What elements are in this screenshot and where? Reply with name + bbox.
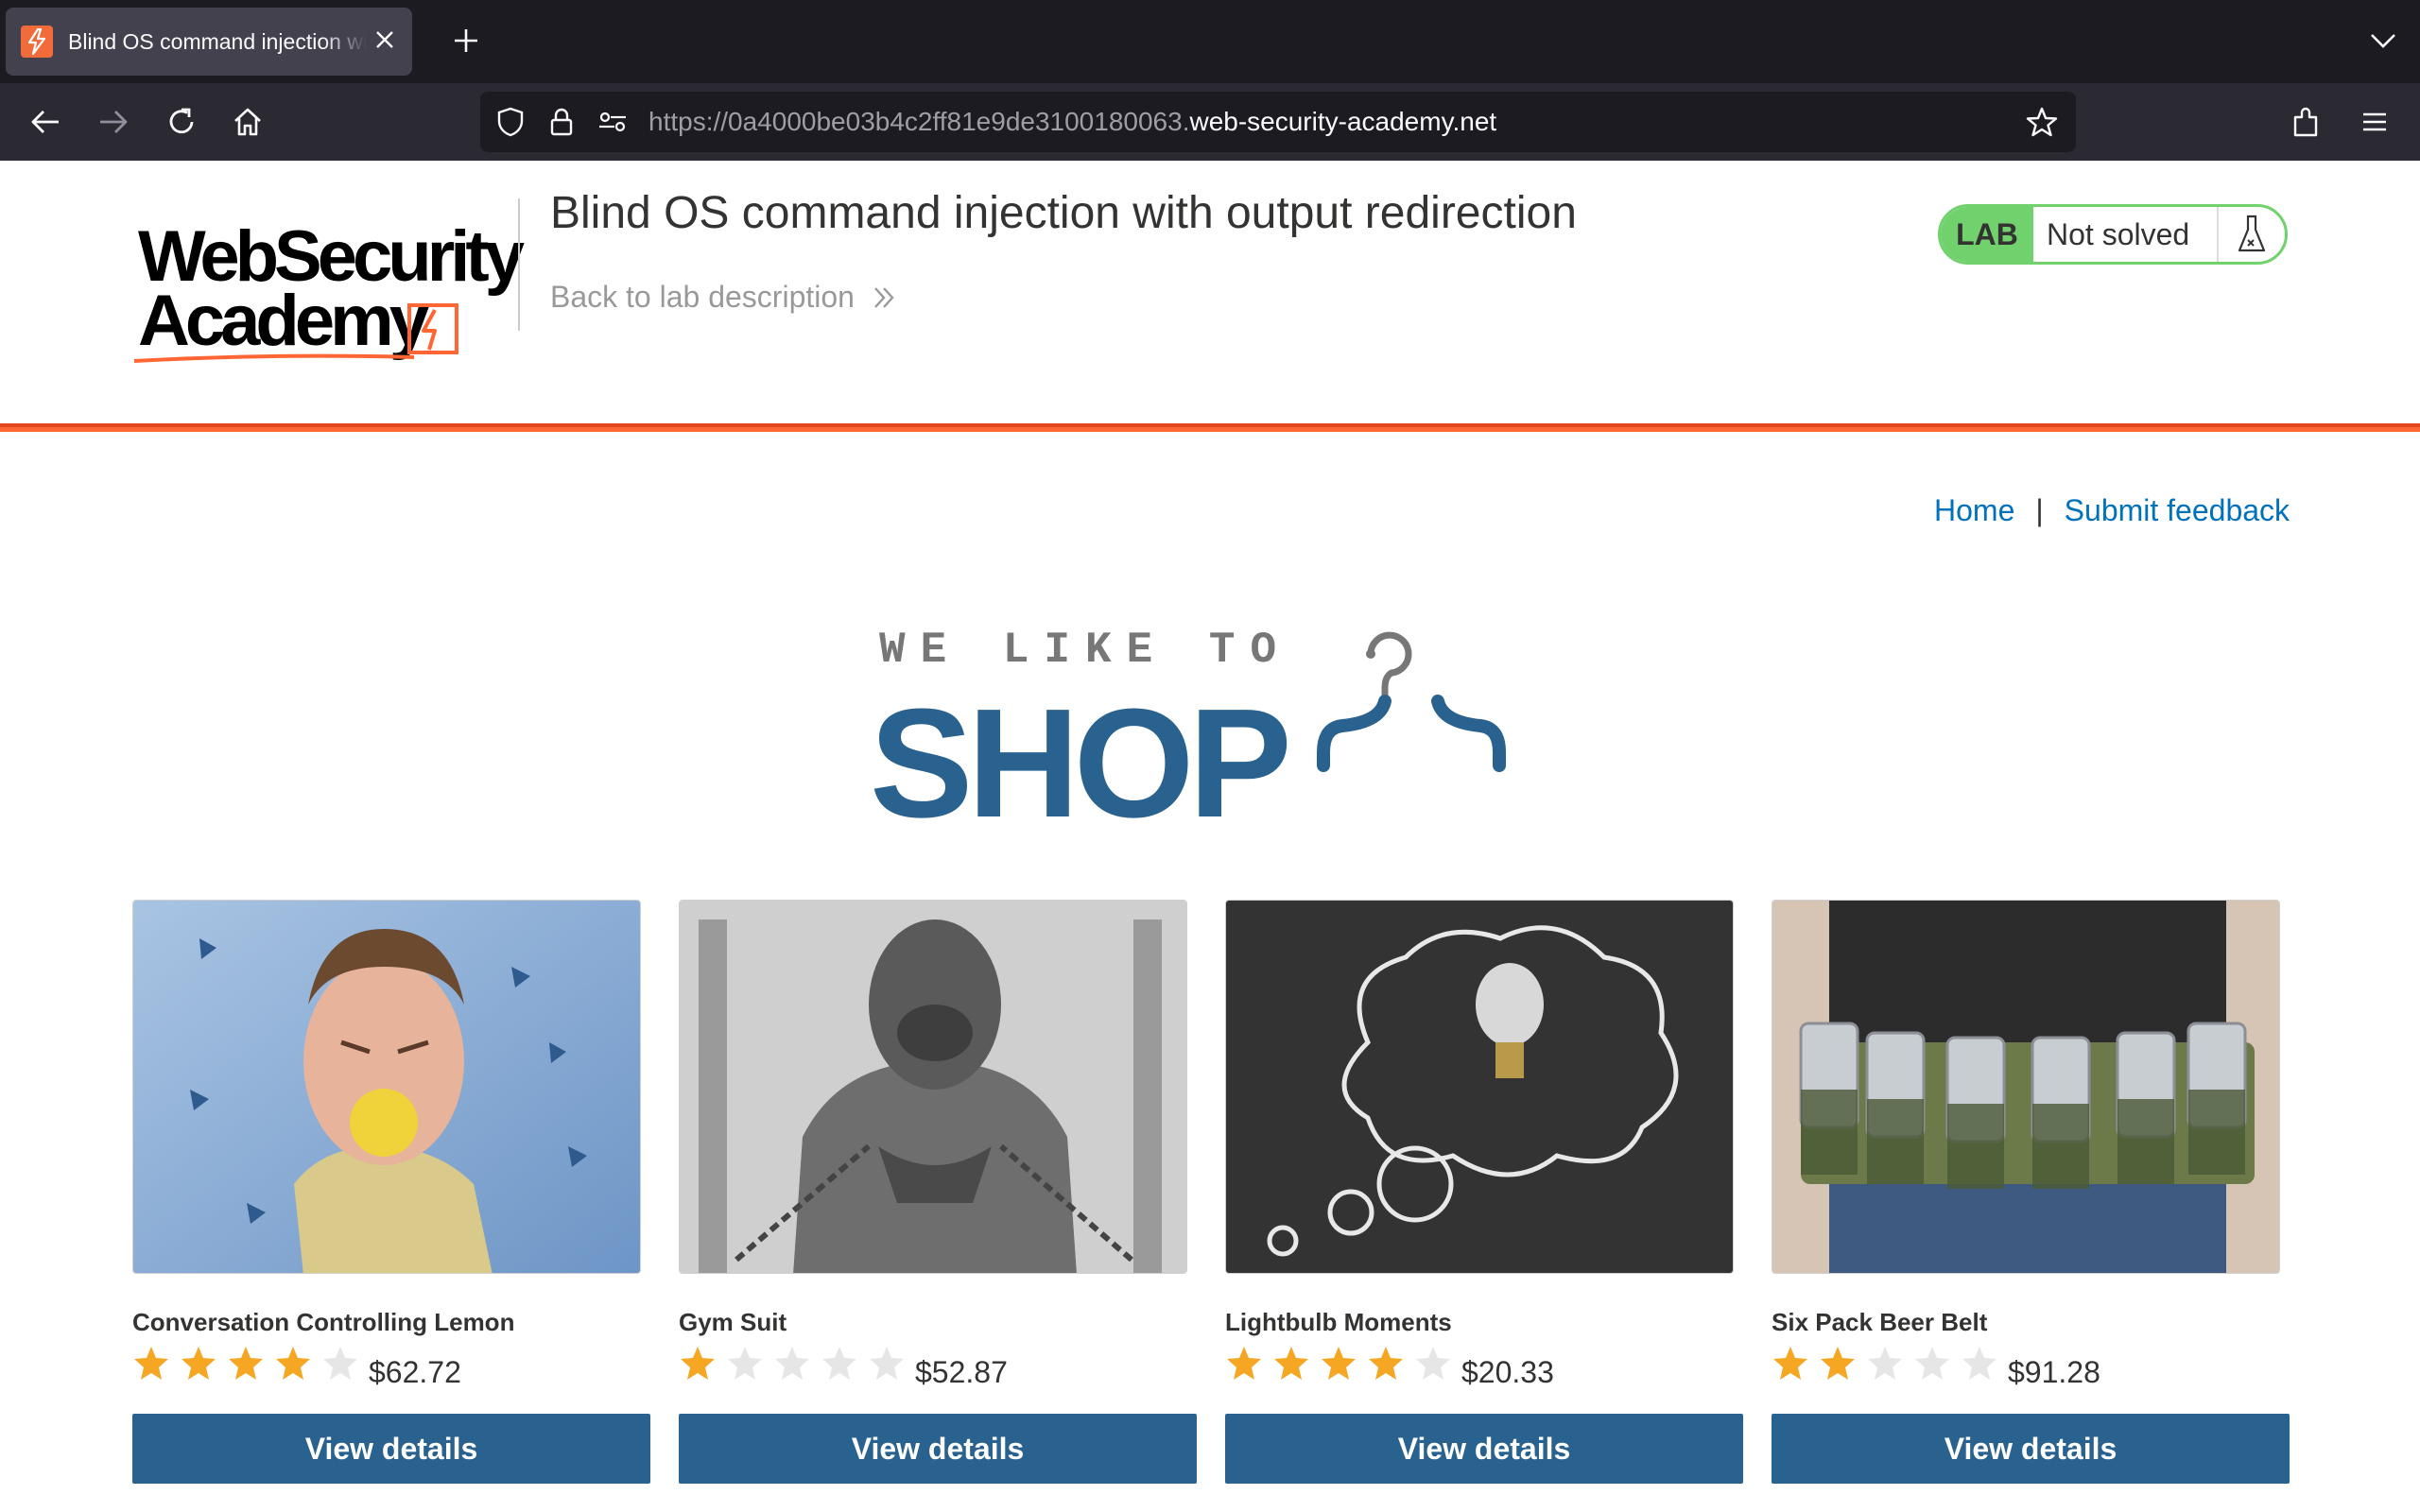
chevron-down-icon[interactable] — [2361, 19, 2405, 62]
product-price: $20.33 — [1461, 1355, 1554, 1389]
rating-stars — [679, 1342, 915, 1385]
banner-tagline: WE LIKE TO — [879, 626, 1292, 675]
view-details-button[interactable]: View details — [1225, 1414, 1743, 1484]
header-rule — [0, 427, 2420, 432]
logo-bolt-icon — [407, 303, 458, 354]
view-details-button[interactable]: View details — [132, 1414, 650, 1484]
star-empty-icon — [1866, 1342, 1913, 1385]
back-to-lab-label: Back to lab description — [550, 280, 855, 314]
product-image-beer-belt — [1772, 900, 2280, 1274]
new-tab-icon[interactable] — [444, 19, 488, 62]
home-icon[interactable] — [225, 99, 270, 145]
permissions-icon[interactable] — [594, 103, 631, 141]
star-filled-icon — [180, 1342, 227, 1385]
tab-title: Blind OS command injection with output r… — [68, 28, 367, 54]
star-filled-icon — [1819, 1342, 1866, 1385]
reload-icon[interactable] — [159, 99, 204, 145]
home-link[interactable]: Home — [1934, 493, 2014, 528]
star-empty-icon — [1913, 1342, 1961, 1385]
rating-stars — [1772, 1342, 2008, 1385]
product-image-lightbulb — [1225, 900, 1734, 1274]
close-tab-icon[interactable] — [374, 27, 395, 56]
lab-favicon-icon — [21, 26, 53, 58]
extensions-icon[interactable] — [2284, 99, 2329, 145]
shop-banner: WE LIKE TO SHOP — [870, 614, 1550, 841]
web-security-academy-logo[interactable]: WebSecurity Academy — [132, 195, 525, 363]
star-empty-icon — [868, 1342, 915, 1385]
address-bar[interactable]: https://0a4000be03b4c2ff81e9de3100180063… — [480, 92, 2076, 152]
browser-tab-bar: Blind OS command injection with output r… — [0, 0, 2420, 83]
flask-icon — [2219, 207, 2285, 262]
star-filled-icon — [1367, 1342, 1414, 1385]
menu-icon[interactable] — [2352, 99, 2397, 145]
double-chevron-right-icon — [872, 285, 896, 310]
star-empty-icon — [1961, 1342, 2008, 1385]
product-image-lemon — [132, 900, 641, 1274]
hanger-icon — [1317, 631, 1506, 772]
lab-status-text: Not solved — [2033, 207, 2219, 262]
product-name: Gym Suit — [679, 1308, 787, 1336]
bookmark-star-icon[interactable] — [2023, 103, 2061, 141]
logo-line2: Academy — [138, 281, 429, 361]
product-price: $52.87 — [915, 1355, 1008, 1389]
product-name: Lightbulb Moments — [1225, 1308, 1452, 1336]
star-filled-icon — [1772, 1342, 1819, 1385]
star-empty-icon — [773, 1342, 821, 1385]
logo-underline-icon — [133, 353, 415, 363]
back-arrow-icon[interactable] — [23, 99, 68, 145]
rating-stars — [132, 1342, 369, 1385]
product-price: $91.28 — [2008, 1355, 2100, 1389]
star-empty-icon — [1414, 1342, 1461, 1385]
star-empty-icon — [726, 1342, 773, 1385]
view-details-button[interactable]: View details — [1772, 1414, 2290, 1484]
star-filled-icon — [679, 1342, 726, 1385]
star-filled-icon — [1272, 1342, 1320, 1385]
star-filled-icon — [274, 1342, 321, 1385]
page-content: WebSecurity Academy Blind OS command inj… — [0, 161, 2420, 1512]
star-filled-icon — [1225, 1342, 1272, 1385]
header-divider — [518, 198, 520, 331]
rating-stars — [1225, 1342, 1461, 1385]
submit-feedback-link[interactable]: Submit feedback — [2065, 493, 2290, 528]
star-empty-icon — [821, 1342, 868, 1385]
nav-separator: | — [2035, 493, 2044, 527]
browser-nav-bar: https://0a4000be03b4c2ff81e9de3100180063… — [0, 83, 2420, 161]
lab-status-widget: LAB Not solved — [1938, 204, 2288, 265]
top-navigation: Home | Submit feedback — [1934, 493, 2290, 528]
product-price: $62.72 — [369, 1355, 461, 1389]
view-details-button[interactable]: View details — [679, 1414, 1197, 1484]
star-filled-icon — [132, 1342, 180, 1385]
url-text[interactable]: https://0a4000be03b4c2ff81e9de3100180063… — [648, 107, 1496, 137]
product-image-gym-suit — [679, 900, 1187, 1274]
star-filled-icon — [227, 1342, 274, 1385]
lock-icon[interactable] — [543, 103, 580, 141]
browser-tab[interactable]: Blind OS command injection with output r… — [6, 8, 412, 76]
lab-title: Blind OS command injection with output r… — [550, 188, 1577, 238]
product-name: Conversation Controlling Lemon — [132, 1308, 515, 1336]
forward-arrow-icon[interactable] — [91, 99, 136, 145]
back-to-lab-link[interactable]: Back to lab description — [550, 280, 896, 315]
banner-title: SHOP — [870, 677, 1292, 850]
shield-icon[interactable] — [492, 103, 529, 141]
lab-badge: LAB — [1941, 207, 2033, 262]
star-empty-icon — [321, 1342, 369, 1385]
product-name: Six Pack Beer Belt — [1772, 1308, 1988, 1336]
star-filled-icon — [1320, 1342, 1367, 1385]
